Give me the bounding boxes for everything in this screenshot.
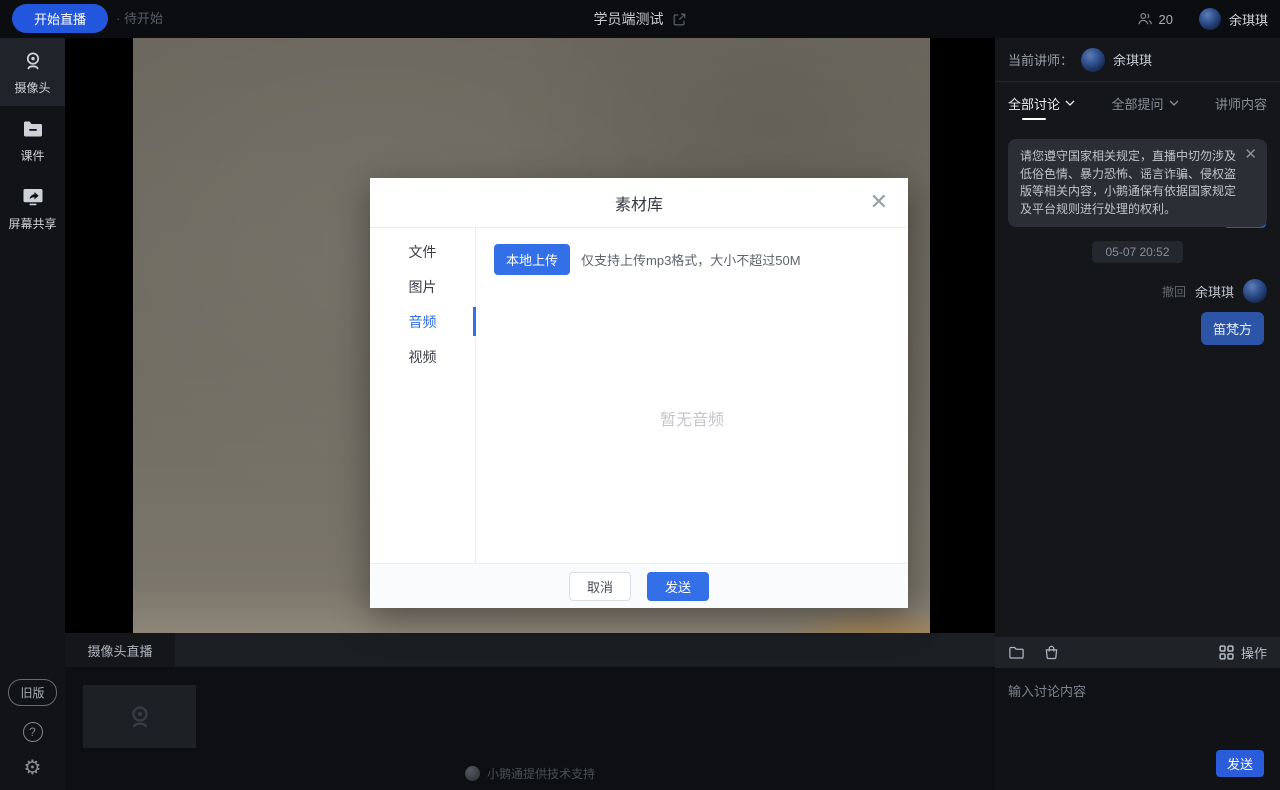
modal-tab-videos[interactable]: 视频 <box>370 339 475 374</box>
tab-label: 全部讨论 <box>1008 94 1060 113</box>
lecturer-label: 当前讲师： <box>1008 50 1073 69</box>
webcam-icon <box>21 49 45 73</box>
room-title-text: 学员端测试 <box>594 9 664 29</box>
webcam-icon <box>125 702 155 732</box>
folder-icon <box>21 117 45 141</box>
tab-all-questions[interactable]: 全部提问 <box>1111 82 1178 124</box>
chevron-down-icon <box>1065 100 1075 106</box>
actions-label: 操作 <box>1241 643 1267 662</box>
user-avatar[interactable] <box>1199 8 1221 30</box>
modal-footer: 取消 发送 <box>370 563 908 608</box>
tech-support-footer: 小鹅通提供技术支持 <box>65 765 995 782</box>
sidebar-bottom: 旧版 ? ⚙ <box>0 679 65 778</box>
viewer-count: 20 <box>1137 11 1173 27</box>
recall-link[interactable]: 撤回 <box>1162 283 1186 300</box>
modal-body: 文件 图片 音频 视频 本地上传 仅支持上传mp3格式，大小不超过50M 暂无音… <box>370 228 908 563</box>
tab-label: 讲师内容 <box>1215 94 1267 113</box>
sidebar-item-label: 课件 <box>20 147 44 164</box>
stage-bottom-area: 小鹅通提供技术支持 <box>65 667 995 790</box>
topbar: 开始直播 · 待开始 学员端测试 20 <box>0 0 1280 38</box>
user-name: 余琪琪 <box>1229 10 1268 29</box>
cancel-button[interactable]: 取消 <box>569 572 631 601</box>
modal-tab-images[interactable]: 图片 <box>370 269 475 304</box>
chat-timestamp: 05-07 20:52 <box>1092 241 1182 263</box>
notice-text: 请您遵守国家相关规定，直播中切勿涉及低俗色情、暴力恐怖、谣言诈骗、侵权盗版等相关… <box>1020 149 1236 216</box>
actions-menu[interactable]: 操作 <box>1218 643 1267 662</box>
lecturer-name: 余琪琪 <box>1113 50 1152 69</box>
chat-tabs: 全部讨论 全部提问 讲师内容 <box>995 82 1280 124</box>
lecturer-avatar <box>1081 48 1105 72</box>
folder-icon[interactable] <box>1008 644 1025 661</box>
external-link-icon[interactable] <box>672 12 687 27</box>
modal-title: 素材库 <box>615 191 663 215</box>
screen-share-icon <box>21 185 45 209</box>
sender-avatar <box>1243 279 1267 303</box>
chat-toolbar: 操作 <box>995 637 1280 668</box>
xiaoet-logo-icon <box>465 766 480 781</box>
sidebar-item-screenshare[interactable]: 屏幕共享 <box>0 174 65 242</box>
stage-tab-strip: 摄像头直播 <box>65 633 995 667</box>
tab-camera-live[interactable]: 摄像头直播 <box>65 633 175 667</box>
chevron-down-icon <box>1169 100 1179 106</box>
room-title: 学员端测试 <box>0 0 1280 38</box>
live-console-app: 开始直播 · 待开始 学员端测试 20 <box>0 0 1280 790</box>
chat-panel: 当前讲师： 余琪琪 全部讨论 全部提问 讲师内容 请您遵守国家 <box>995 38 1280 790</box>
modal-nav: 文件 图片 音频 视频 <box>370 228 476 563</box>
settings-gear-icon[interactable]: ⚙ <box>24 758 42 778</box>
grid-icon <box>1218 644 1235 661</box>
upload-hint: 仅支持上传mp3格式，大小不超过50M <box>581 250 801 269</box>
chat-message-bubble: 笛梵方 <box>1201 312 1264 345</box>
left-toolbar: 摄像头 课件 屏幕共享 旧版 ? ⚙ <box>0 38 65 790</box>
compliance-notice: 请您遵守国家相关规定，直播中切勿涉及低俗色情、暴力恐怖、谣言诈骗、侵权盗版等相关… <box>1008 139 1267 227</box>
upload-row: 本地上传 仅支持上传mp3格式，大小不超过50M <box>494 244 890 275</box>
tab-label: 全部提问 <box>1111 94 1163 113</box>
start-live-button[interactable]: 开始直播 <box>12 4 108 33</box>
tech-support-text: 小鹅通提供技术支持 <box>487 765 595 782</box>
sidebar-item-courseware[interactable]: 课件 <box>0 106 65 174</box>
sidebar-item-label: 摄像头 <box>14 79 50 96</box>
help-icon[interactable]: ? <box>23 722 43 742</box>
camera-preview-thumbnail[interactable] <box>83 685 196 748</box>
chat-send-button[interactable]: 发送 <box>1216 750 1264 777</box>
people-icon <box>1137 11 1153 27</box>
send-button[interactable]: 发送 <box>647 572 709 601</box>
old-version-button[interactable]: 旧版 <box>8 679 56 706</box>
close-icon[interactable]: ✕ <box>870 190 888 214</box>
local-upload-button[interactable]: 本地上传 <box>494 244 570 275</box>
chat-message-meta: 撤回 余琪琪 <box>1008 279 1267 303</box>
modal-header: 素材库 ✕ <box>370 178 908 228</box>
live-status-text: · 待开始 <box>116 0 163 38</box>
modal-content: 本地上传 仅支持上传mp3格式，大小不超过50M 暂无音频 <box>476 228 908 563</box>
close-icon[interactable]: ✕ <box>1244 148 1257 162</box>
modal-tab-files[interactable]: 文件 <box>370 234 475 269</box>
chat-input[interactable] <box>995 668 1280 738</box>
tab-all-discussion[interactable]: 全部讨论 <box>1008 82 1075 124</box>
topbar-right: 20 余琪琪 <box>1137 0 1268 38</box>
sidebar-item-camera[interactable]: 摄像头 <box>0 38 65 106</box>
viewer-count-value: 20 <box>1159 12 1173 27</box>
goods-bag-icon[interactable] <box>1043 644 1060 661</box>
chat-input-area: 发送 <box>995 668 1280 790</box>
tab-lecturer-content[interactable]: 讲师内容 <box>1215 82 1267 124</box>
message-sender: 余琪琪 <box>1195 282 1234 301</box>
empty-state-text: 暂无音频 <box>476 406 908 430</box>
sidebar-item-label: 屏幕共享 <box>8 215 56 232</box>
current-lecturer-row: 当前讲师： 余琪琪 <box>995 38 1280 82</box>
modal-tab-audio[interactable]: 音频 <box>370 304 475 339</box>
material-library-modal: 素材库 ✕ 文件 图片 音频 视频 本地上传 仅支持上传mp3格式，大小不超过5… <box>370 178 908 608</box>
